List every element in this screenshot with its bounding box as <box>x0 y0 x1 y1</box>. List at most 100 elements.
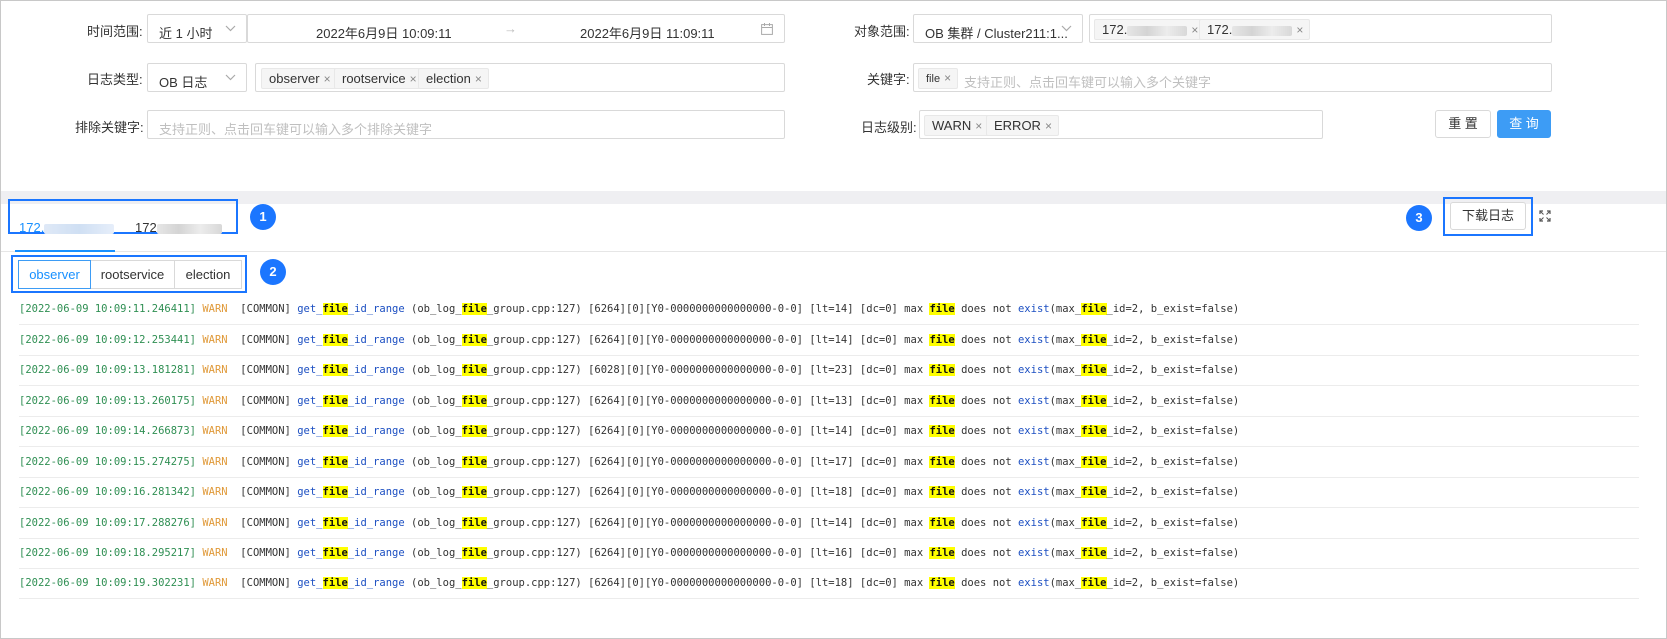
keyword-highlight: file <box>322 517 348 529</box>
log-level-label: 日志级别: <box>861 120 917 135</box>
start-date[interactable]: 2022年6月9日 10:09:11 <box>316 23 452 42</box>
log-timestamp: [2022-06-09 10:09:14.266873] <box>19 425 197 437</box>
log-module: [COMMON] <box>240 577 291 589</box>
keyword-highlight: file <box>929 425 955 437</box>
exclude-keyword-input[interactable]: 支持正则、点击回车键可以输入多个排除关键字 <box>147 110 785 139</box>
log-level: WARN <box>202 517 228 529</box>
keyword-highlight: file <box>461 303 487 315</box>
keyword-highlight: file <box>461 456 487 468</box>
log-args: _id=2, b_exist=false) <box>1106 517 1240 529</box>
close-icon[interactable]: × <box>1045 119 1052 133</box>
expand-icon[interactable] <box>1539 210 1551 225</box>
close-icon[interactable]: × <box>944 71 951 85</box>
log-lt: [lt=18] <box>809 577 854 589</box>
keyword-highlight: file <box>1081 456 1107 468</box>
keyword-tag: file × <box>918 68 959 89</box>
log-thread: [6264] <box>588 456 626 468</box>
host-tab-active[interactable]: 172. <box>19 220 115 235</box>
log-function: get_ <box>297 517 323 529</box>
log-timestamp: [2022-06-09 10:09:13.260175] <box>19 395 197 407</box>
log-source: _group.cpp:127) <box>486 303 589 315</box>
time-preset-value: 近 1 小时 <box>159 26 213 41</box>
log-function: exist <box>1017 303 1050 315</box>
time-range-label: 时间范围: <box>87 24 143 39</box>
log-type-select[interactable]: OB 日志 <box>147 63 247 92</box>
close-icon[interactable]: × <box>475 72 482 86</box>
query-button[interactable]: 查 询 <box>1497 110 1551 138</box>
log-args: (max_ <box>1049 547 1082 559</box>
log-message: [dc=0] max <box>859 456 930 468</box>
redacted-ip <box>1232 25 1293 36</box>
log-function: _id_range <box>347 517 405 529</box>
chevron-down-icon <box>1061 21 1072 35</box>
keyword-input[interactable]: file × 支持正则、点击回车键可以输入多个关键字 <box>913 63 1552 92</box>
host-tab[interactable]: 172 <box>135 220 222 235</box>
log-args: (max_ <box>1049 395 1082 407</box>
log-function: exist <box>1017 456 1050 468</box>
log-function: _id_range <box>347 486 405 498</box>
log-message: does not <box>954 517 1018 529</box>
log-lt: [lt=14] <box>809 425 854 437</box>
log-level-select[interactable]: WARN × ERROR × <box>919 110 1323 139</box>
log-function: get_ <box>297 395 323 407</box>
log-trace: [0][Y0-0000000000000000-0-0] <box>626 425 810 437</box>
close-icon[interactable]: × <box>410 72 417 86</box>
download-log-button[interactable]: 下载日志 <box>1450 202 1526 230</box>
log-module: [COMMON] <box>240 547 291 559</box>
tab-election[interactable]: election <box>174 260 242 289</box>
log-component-select[interactable]: observer × rootservice × election × <box>255 63 785 92</box>
keyword-highlight: file <box>461 425 487 437</box>
host-select[interactable]: 172. × 172. × <box>1089 14 1552 43</box>
range-arrow: → <box>504 21 517 36</box>
time-preset-select[interactable]: 近 1 小时 <box>147 14 247 43</box>
log-args: _id=2, b_exist=false) <box>1106 486 1240 498</box>
log-module: [COMMON] <box>240 456 291 468</box>
log-module: [COMMON] <box>240 486 291 498</box>
log-args: (max_ <box>1049 486 1082 498</box>
log-level: WARN <box>202 577 228 589</box>
close-icon[interactable]: × <box>1191 23 1198 37</box>
log-timestamp: [2022-06-09 10:09:16.281342] <box>19 486 197 498</box>
log-lt: [lt=14] <box>809 334 854 346</box>
object-scope-value: OB 集群 / Cluster211:1... <box>925 26 1068 41</box>
end-date[interactable]: 2022年6月9日 11:09:11 <box>580 23 715 42</box>
log-timestamp: [2022-06-09 10:09:13.181281] <box>19 364 197 376</box>
object-scope-select[interactable]: OB 集群 / Cluster211:1... <box>913 14 1083 43</box>
keyword-highlight: file <box>461 517 487 529</box>
log-args: _id=2, b_exist=false) <box>1106 577 1240 589</box>
level-tag: WARN × <box>924 115 990 136</box>
close-icon[interactable]: × <box>975 119 982 133</box>
keyword-highlight: file <box>1081 303 1107 315</box>
log-args: _id=2, b_exist=false) <box>1106 395 1240 407</box>
tab-observer[interactable]: observer <box>18 260 91 289</box>
calendar-icon[interactable] <box>761 23 773 38</box>
log-function: exist <box>1017 395 1050 407</box>
reset-button[interactable]: 重 置 <box>1435 110 1491 138</box>
log-function: get_ <box>297 486 323 498</box>
date-range-picker[interactable]: 2022年6月9日 10:09:11 → 2022年6月9日 11:09:11 <box>247 14 785 43</box>
log-message: does not <box>954 303 1018 315</box>
log-module: [COMMON] <box>240 517 291 529</box>
close-icon[interactable]: × <box>324 72 331 86</box>
log-function: get_ <box>297 364 323 376</box>
log-lt: [lt=16] <box>809 547 854 559</box>
log-message: [dc=0] max <box>859 334 930 346</box>
log-trace: [0][Y0-0000000000000000-0-0] <box>626 517 810 529</box>
object-scope-label: 对象范围: <box>854 24 910 39</box>
active-tab-indicator <box>15 250 115 252</box>
log-message: does not <box>954 395 1018 407</box>
keyword-highlight: file <box>322 364 348 376</box>
log-type-label: 日志类型: <box>87 72 143 87</box>
tab-rootservice[interactable]: rootservice <box>90 260 175 289</box>
close-icon[interactable]: × <box>1296 23 1303 37</box>
log-module: [COMMON] <box>240 395 291 407</box>
log-function: _id_range <box>347 395 405 407</box>
log-source: (ob_log_ <box>404 547 462 559</box>
log-lt: [lt=18] <box>809 486 854 498</box>
log-message: does not <box>954 547 1018 559</box>
log-timestamp: [2022-06-09 10:09:12.253441] <box>19 334 197 346</box>
log-trace: [0][Y0-0000000000000000-0-0] <box>626 395 810 407</box>
log-module: [COMMON] <box>240 364 291 376</box>
log-level: WARN <box>202 456 228 468</box>
keyword-placeholder: 支持正则、点击回车键可以输入多个关键字 <box>964 75 1212 90</box>
